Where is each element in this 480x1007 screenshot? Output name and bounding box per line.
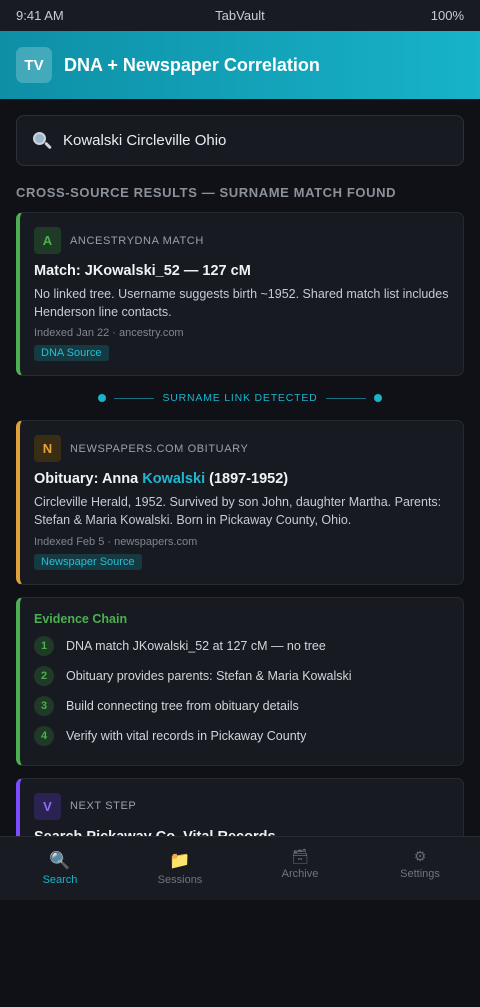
surname-link-divider: Surname link detected: [16, 376, 464, 420]
search-icon: 🔍: [49, 850, 71, 870]
app-header: TV DNA + Newspaper Correlation: [0, 31, 480, 99]
card-meta: Indexed Feb 5 · newspapers.com: [34, 535, 198, 548]
folder-icon: 📁: [169, 850, 191, 870]
step-text: Build connecting tree from obituary deta…: [66, 698, 299, 713]
tab-label: Sessions: [157, 873, 203, 886]
card-source-label: AncestryDNA Match: [70, 234, 204, 247]
link-dot-icon: [98, 394, 107, 403]
tab-label: Settings: [400, 868, 440, 880]
search-input[interactable]: [63, 132, 449, 149]
step-text: Obituary provides parents: Stefan & Mari…: [66, 668, 352, 683]
evidence-chain-card: Evidence Chain 1 DNA match JKowalski_52 …: [16, 596, 464, 766]
link-dot-icon: [373, 394, 382, 403]
tab-search[interactable]: 🔍 Search: [0, 837, 120, 900]
step-text: Verify with vital records in Pickaway Co…: [66, 728, 307, 743]
card-title: Match: JKowalski_52 — 127 cM: [34, 263, 251, 279]
results-heading: Cross-Source Results — Surname Match Fou…: [16, 185, 397, 200]
gear-icon: ⚙: [413, 848, 427, 864]
archive-box-icon: 🗃: [291, 848, 309, 864]
step-number: 2: [34, 665, 54, 686]
evidence-step: 2 Obituary provides parents: Stefan & Ma…: [34, 661, 449, 691]
link-label: Surname link detected: [162, 392, 318, 405]
tab-sessions[interactable]: 📁 Sessions: [120, 837, 240, 900]
vital-records-badge-icon: V: [34, 792, 61, 820]
surname-highlight: Kowalski: [142, 471, 206, 488]
tab-label: Archive: [281, 868, 319, 880]
app-logo: TV: [16, 47, 52, 83]
step-number: 3: [34, 695, 54, 716]
evidence-step: 4 Verify with vital records in Pickaway …: [34, 721, 449, 751]
page-title: DNA + Newspaper Correlation: [64, 54, 320, 75]
source-tag: DNA Source: [34, 345, 109, 362]
card-source-label: Next Step: [70, 800, 137, 812]
status-time: 9:41 AM: [16, 8, 64, 23]
source-tag: Newspaper Source: [34, 553, 142, 570]
obituary-card[interactable]: N Newspapers.com Obituary Obituary: Anna…: [16, 420, 464, 585]
main-content: Cross-Source Results — Surname Match Fou…: [0, 99, 480, 858]
tab-archive[interactable]: 🗃 Archive: [240, 837, 360, 900]
tab-label: Search: [42, 873, 78, 886]
step-number: 4: [34, 725, 54, 746]
card-body: Circleville Herald, 1952. Survived by so…: [34, 495, 442, 528]
card-title: Obituary: Anna Kowalski (1897-1952): [34, 471, 289, 488]
card-source-label: Newspapers.com Obituary: [70, 442, 249, 455]
bottom-tab-bar: 🔍 Search 📁 Sessions 🗃 Archive ⚙ Settings: [0, 836, 480, 900]
evidence-step: 1 DNA match JKowalski_52 at 127 cM — no …: [34, 631, 449, 661]
evidence-step: 3 Build connecting tree from obituary de…: [34, 691, 449, 721]
search-icon: [31, 130, 53, 152]
evidence-steps: 1 DNA match JKowalski_52 at 127 cM — no …: [34, 631, 449, 751]
step-text: DNA match JKowalski_52 at 127 cM — no tr…: [66, 638, 326, 653]
evidence-title: Evidence Chain: [34, 611, 128, 626]
search-bar[interactable]: [16, 115, 464, 166]
dna-match-card[interactable]: A AncestryDNA Match Match: JKowalski_52 …: [16, 212, 464, 377]
status-app-name: TabVault: [215, 8, 265, 23]
step-number: 1: [34, 635, 54, 656]
card-meta: Indexed Jan 22 · ancestry.com: [34, 327, 184, 340]
newspapers-badge-icon: N: [34, 435, 61, 463]
status-bar: 9:41 AM TabVault 100%: [0, 0, 480, 31]
card-body: No linked tree. Username suggests birth …: [34, 287, 449, 320]
ancestry-badge-icon: A: [34, 227, 61, 254]
tab-settings[interactable]: ⚙ Settings: [360, 837, 480, 900]
status-battery: 100%: [430, 8, 464, 23]
